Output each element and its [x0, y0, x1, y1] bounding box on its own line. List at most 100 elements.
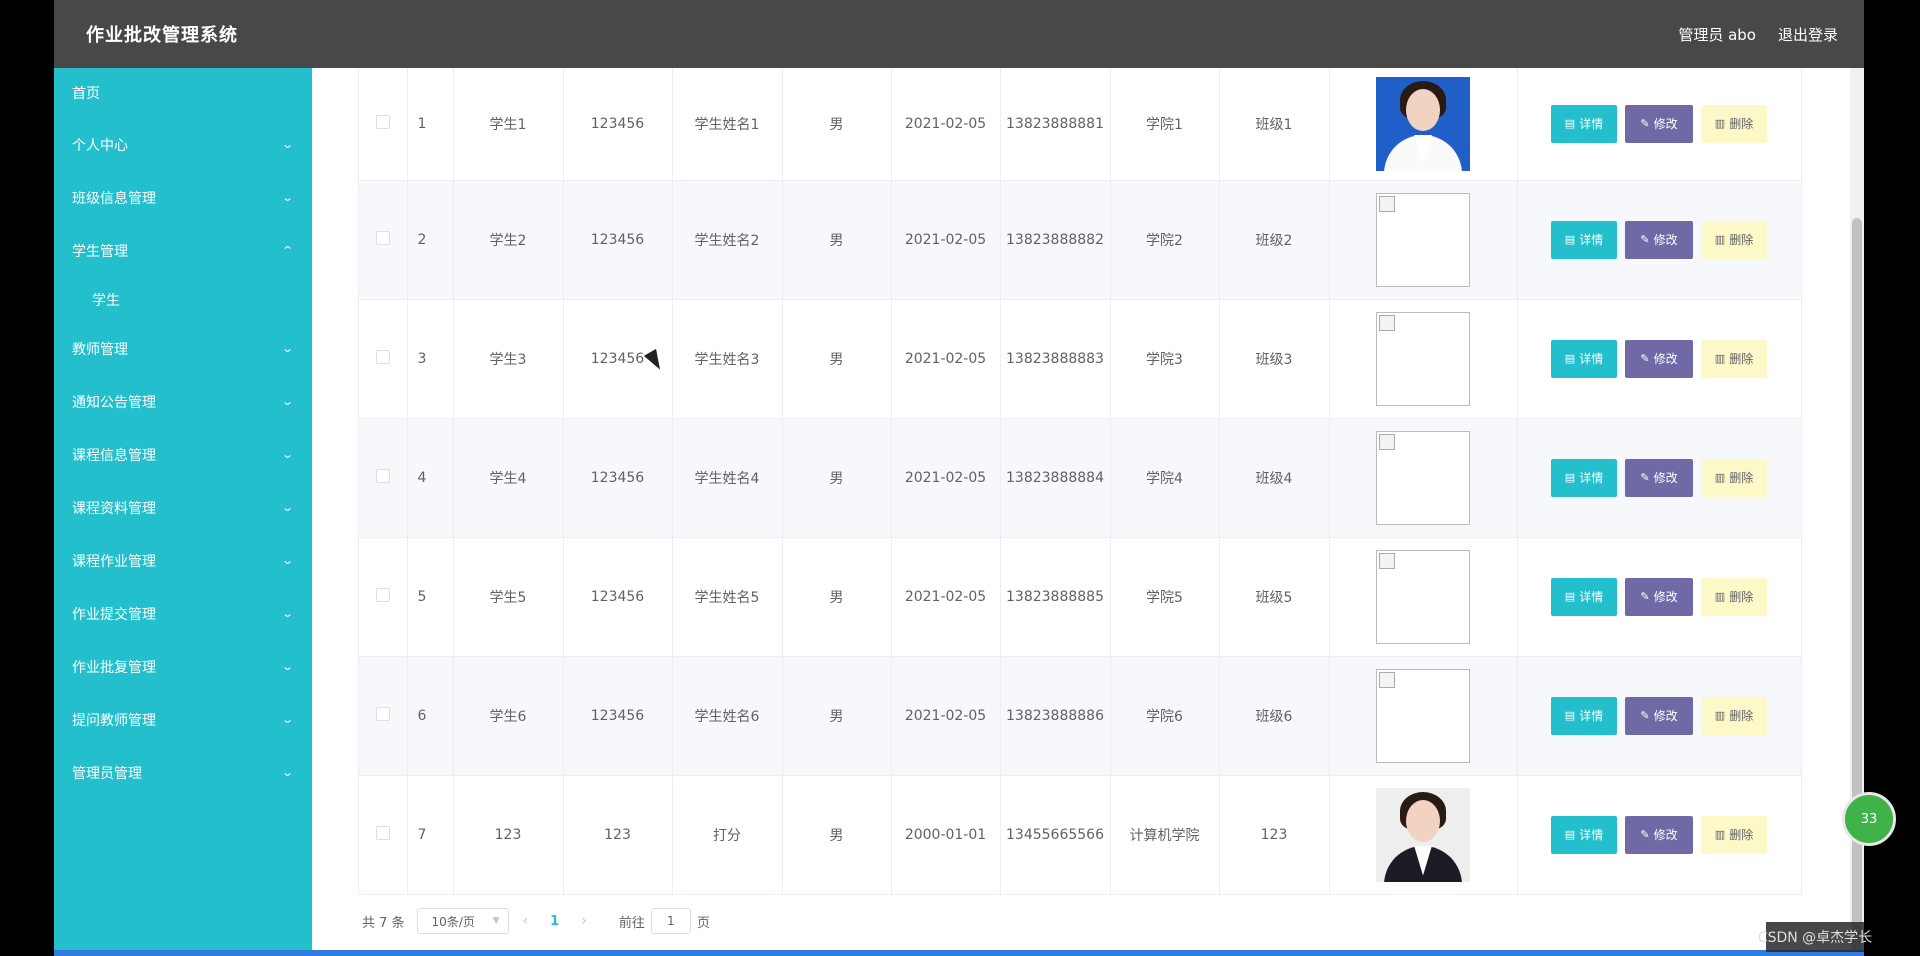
sidebar-item-student-mgmt[interactable]: 学生管理 ⌃	[54, 224, 312, 277]
cell-class: 班级2	[1219, 180, 1330, 300]
cell-gender: 男	[782, 418, 892, 538]
row-checkbox-cell	[359, 656, 408, 776]
cell-date: 2021-02-05	[891, 418, 1001, 538]
edit-button[interactable]: ✎ 修改	[1625, 220, 1693, 259]
cell-date: 2000-01-01	[891, 775, 1001, 895]
cell-college: 学院4	[1110, 418, 1220, 538]
chevron-down-icon: ▼	[492, 916, 500, 926]
document-icon: ▤	[1564, 828, 1576, 841]
sidebar-item-notice-mgmt[interactable]: 通知公告管理 ⌄	[54, 375, 312, 428]
delete-button[interactable]: ▥ 删除	[1701, 696, 1767, 735]
top-bar: 作业批改管理系统 管理员 abo 退出登录	[54, 0, 1864, 68]
delete-button[interactable]: ▥ 删除	[1701, 104, 1767, 143]
sidebar-item-teacher-mgmt[interactable]: 教师管理 ⌄	[54, 322, 312, 375]
delete-label: 删除	[1729, 590, 1754, 604]
goto-page-input[interactable]: 1	[650, 908, 691, 934]
detail-button[interactable]: ▤ 详情	[1551, 458, 1617, 497]
edit-label: 修改	[1653, 352, 1678, 366]
edit-button[interactable]: ✎ 修改	[1625, 104, 1693, 143]
cell-index: 5	[407, 537, 454, 657]
sidebar-item-admin-mgmt[interactable]: 管理员管理 ⌄	[54, 746, 312, 799]
sidebar-item-label: 学生管理	[72, 243, 128, 260]
delete-button[interactable]: ▥ 删除	[1701, 220, 1767, 259]
row-checkbox-cell	[359, 537, 408, 657]
detail-label: 详情	[1579, 590, 1604, 604]
cell-class: 班级3	[1219, 299, 1330, 419]
logout-link[interactable]: 退出登录	[1778, 24, 1838, 45]
sidebar-item-label: 学生	[92, 292, 120, 309]
delete-label: 删除	[1729, 117, 1754, 132]
sidebar-subitem-student[interactable]: 学生	[54, 277, 312, 322]
cell-phone: 13823888881	[1000, 68, 1111, 181]
detail-button[interactable]: ▤ 详情	[1551, 339, 1617, 378]
cell-actions: ▤ 详情 ✎ 修改 ▥ 删除	[1517, 299, 1802, 419]
table-row: 5 学生5 123456 学生姓名5 男 2021-02-05 13823888885 学院5…	[359, 537, 1802, 657]
document-icon: ▤	[1564, 117, 1576, 131]
sidebar-item-profile[interactable]: 个人中心 ⌄	[54, 118, 312, 171]
sidebar-item-course-info[interactable]: 课程信息管理 ⌄	[54, 428, 312, 481]
row-checkbox[interactable]	[375, 825, 390, 840]
detail-button[interactable]: ▤ 详情	[1551, 696, 1617, 735]
cell-phone: 13823888885	[1000, 537, 1111, 657]
edit-button[interactable]: ✎ 修改	[1625, 458, 1693, 497]
sidebar-item-label: 提问教师管理	[72, 712, 156, 729]
row-checkbox[interactable]	[375, 468, 390, 483]
cell-account: 学生1	[453, 68, 564, 181]
next-page-button[interactable]: ›	[581, 913, 587, 929]
scrollbar-thumb[interactable]	[1852, 218, 1862, 956]
cell-account: 123	[453, 775, 564, 895]
row-checkbox[interactable]	[375, 230, 390, 245]
edit-label: 修改	[1653, 233, 1678, 247]
row-checkbox[interactable]	[375, 587, 390, 602]
trash-icon: ▥	[1714, 117, 1726, 131]
cell-actions: ▤ 详情 ✎ 修改 ▥ 删除	[1517, 68, 1802, 181]
student-photo	[1376, 430, 1470, 525]
cell-class: 班级6	[1219, 656, 1330, 776]
edit-label: 修改	[1653, 471, 1678, 485]
floating-badge[interactable]: 33	[1842, 792, 1896, 846]
cell-account: 学生3	[453, 299, 564, 419]
trash-icon: ▥	[1714, 233, 1726, 246]
sidebar-item-class-info[interactable]: 班级信息管理 ⌄	[54, 171, 312, 224]
page-number-1[interactable]: 1	[550, 914, 559, 929]
sidebar-item-review[interactable]: 作业批复管理 ⌄	[54, 640, 312, 693]
table-row: 2 学生2 123456 学生姓名2 男 2021-02-05 13823888882 学院2…	[359, 180, 1802, 300]
detail-button[interactable]: ▤ 详情	[1551, 104, 1617, 143]
document-icon: ▤	[1564, 352, 1576, 365]
cell-phone: 13823888883	[1000, 299, 1111, 419]
goto-suffix: 页	[696, 915, 710, 931]
chevron-down-icon: ⌄	[280, 554, 294, 567]
sidebar: 首页 个人中心 ⌄ 班级信息管理 ⌄ 学生管理 ⌃ 学生 教师管理 ⌄ 通知公告管理 ⌄ …	[54, 68, 312, 956]
edit-button[interactable]: ✎ 修改	[1625, 696, 1693, 735]
app-title: 作业批改管理系统	[86, 25, 238, 46]
edit-label: 修改	[1653, 117, 1678, 132]
delete-button[interactable]: ▥ 删除	[1701, 339, 1767, 378]
sidebar-item-course-material[interactable]: 课程资料管理 ⌄	[54, 481, 312, 534]
detail-button[interactable]: ▤ 详情	[1551, 577, 1617, 616]
sidebar-item-course-homework[interactable]: 课程作业管理 ⌄	[54, 534, 312, 587]
prev-page-button[interactable]: ‹	[523, 913, 529, 929]
edit-button[interactable]: ✎ 修改	[1625, 577, 1693, 616]
row-checkbox[interactable]	[375, 706, 390, 721]
sidebar-item-submission[interactable]: 作业提交管理 ⌄	[54, 587, 312, 640]
edit-button[interactable]: ✎ 修改	[1625, 815, 1693, 854]
edit-label: 修改	[1653, 709, 1678, 723]
sidebar-item-question[interactable]: 提问教师管理 ⌄	[54, 693, 312, 746]
row-checkbox[interactable]	[375, 349, 390, 364]
chevron-down-icon: ⌄	[280, 191, 294, 204]
sidebar-item-home[interactable]: 首页	[54, 68, 312, 118]
row-checkbox[interactable]	[375, 114, 390, 129]
delete-button[interactable]: ▥ 删除	[1701, 458, 1767, 497]
detail-button[interactable]: ▤ 详情	[1551, 815, 1617, 854]
edit-button[interactable]: ✎ 修改	[1625, 339, 1693, 378]
delete-button[interactable]: ▥ 删除	[1701, 577, 1767, 616]
row-checkbox-cell	[359, 68, 408, 181]
detail-label: 详情	[1579, 352, 1604, 366]
detail-button[interactable]: ▤ 详情	[1551, 220, 1617, 259]
delete-button[interactable]: ▥ 删除	[1701, 815, 1767, 854]
sidebar-item-label: 班级信息管理	[72, 190, 156, 207]
page-size-select[interactable]: 10条/页 ▼	[416, 908, 509, 934]
main-content: 1 学生1 123456 学生姓名1 男 2021-02-05 13823888881 学院1…	[312, 68, 1864, 956]
cell-date: 2021-02-05	[891, 656, 1001, 776]
cell-name: 学生姓名4	[672, 418, 783, 538]
